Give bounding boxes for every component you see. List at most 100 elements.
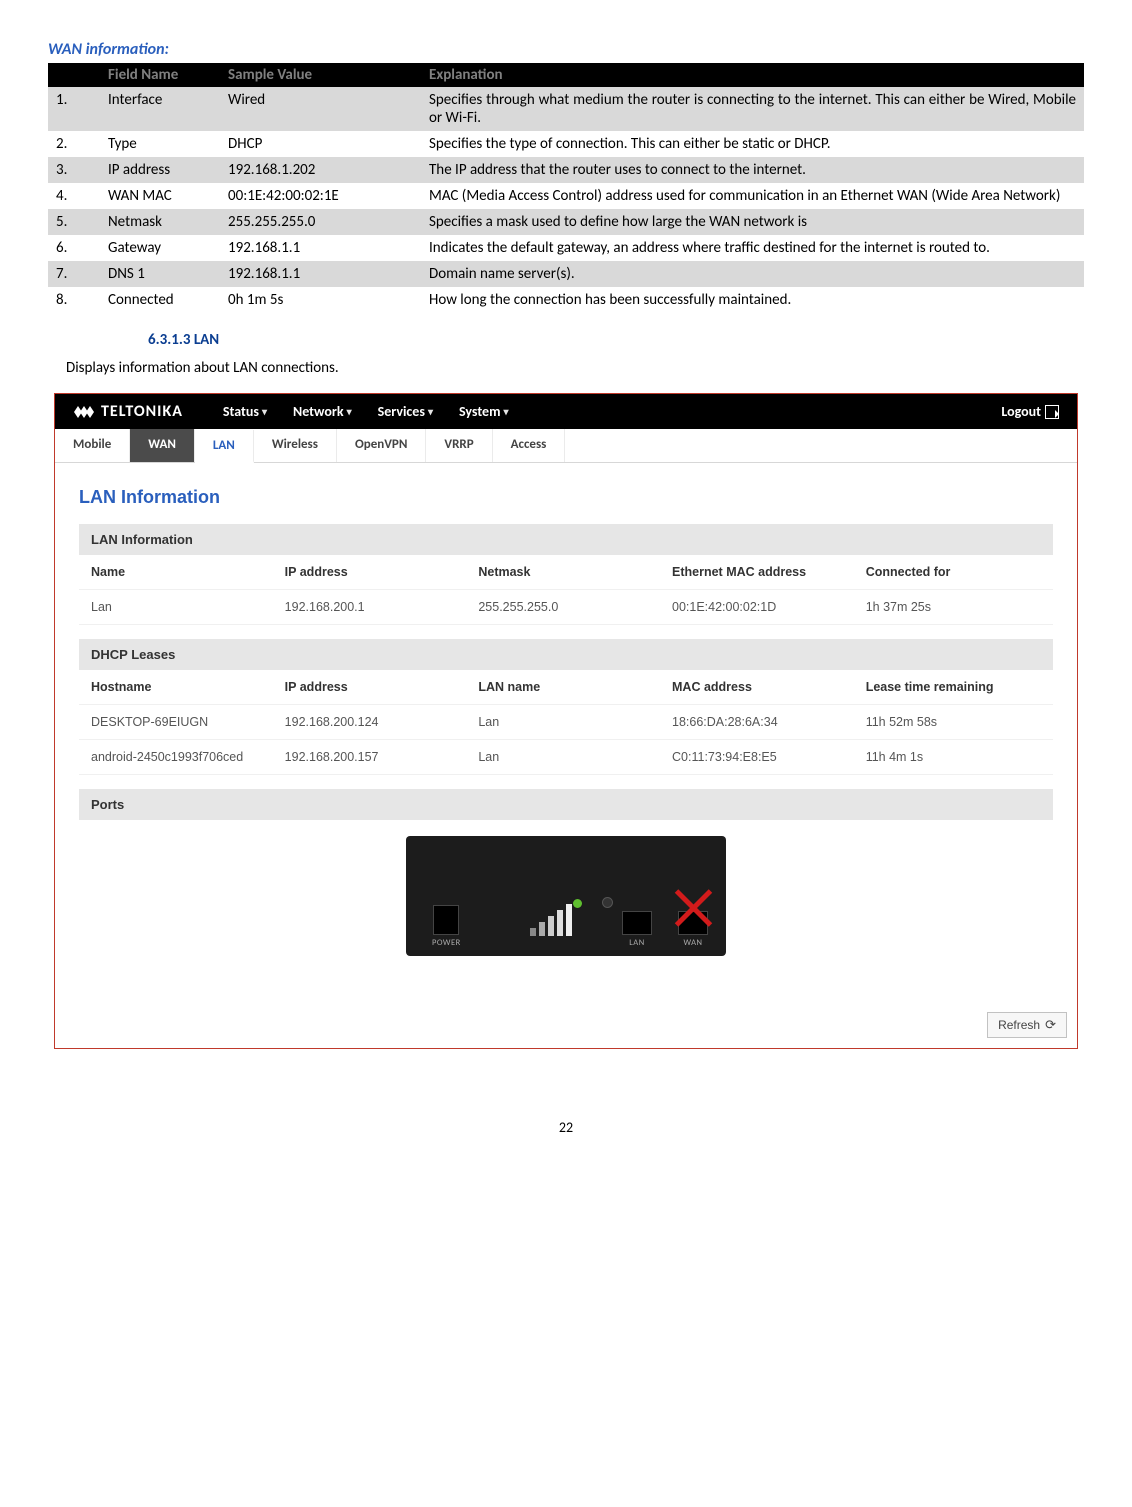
cell: 11h 4m 1s <box>866 750 1041 764</box>
cell-num: 3. <box>48 157 100 183</box>
tab-mobile[interactable]: Mobile <box>55 429 130 462</box>
col-ip: IP address <box>285 565 479 579</box>
table-row: 2. Type DHCP Specifies the type of conne… <box>48 131 1084 157</box>
tab-access[interactable]: Access <box>493 429 566 462</box>
nav-status[interactable]: Status▾ <box>223 403 267 420</box>
table-row: 7. DNS 1 192.168.1.1 Domain name server(… <box>48 261 1084 287</box>
cell-expl: Specifies a mask used to define how larg… <box>421 209 1084 235</box>
tab-openvpn[interactable]: OpenVPN <box>337 429 426 462</box>
logout-link[interactable]: Logout <box>1001 403 1059 420</box>
dhcp-row: DESKTOP-69EIUGN 192.168.200.124 Lan 18:6… <box>79 705 1053 740</box>
router-ui-screenshot: TELTONIKA Status▾ Network▾ Services▾ Sys… <box>54 393 1078 1049</box>
nav-group: Status▾ Network▾ Services▾ System▾ <box>223 403 1001 420</box>
wan-port-label: WAN <box>683 938 702 948</box>
cell: 00:1E:42:00:02:1D <box>672 600 866 614</box>
nav-network[interactable]: Network▾ <box>293 403 352 420</box>
chevron-down-icon: ▾ <box>262 405 267 418</box>
teltonika-logo-icon <box>73 404 95 420</box>
table-row: 6. Gateway 192.168.1.1 Indicates the def… <box>48 235 1084 261</box>
router-device-graphic: POWER LAN WAN <box>406 836 726 956</box>
signal-strength-icon <box>530 894 572 936</box>
power-port-icon <box>433 905 459 935</box>
cell-expl: Domain name server(s). <box>421 261 1084 287</box>
refresh-button[interactable]: Refresh ⟳ <box>987 1012 1067 1038</box>
cell-sample: 0h 1m 5s <box>220 287 421 313</box>
cell: 192.168.200.124 <box>285 715 479 729</box>
logout-label: Logout <box>1001 403 1041 420</box>
cell-field: Connected <box>100 287 220 313</box>
cell: DESKTOP-69EIUGN <box>91 715 285 729</box>
cell: Lan <box>478 750 672 764</box>
status-led-off <box>602 897 613 908</box>
cell: Lan <box>91 600 285 614</box>
content-area: LAN Information LAN Information Name IP … <box>55 463 1077 1006</box>
col-name: Name <box>91 565 285 579</box>
wan-th-sample: Sample Value <box>220 63 421 87</box>
col-lanname: LAN name <box>478 680 672 694</box>
page-title: LAN Information <box>79 487 1053 508</box>
nav-services[interactable]: Services▾ <box>378 403 433 420</box>
cell-field: Netmask <box>100 209 220 235</box>
refresh-label: Refresh <box>998 1018 1040 1032</box>
tab-wireless[interactable]: Wireless <box>254 429 337 462</box>
power-port-block: POWER <box>432 905 461 948</box>
cell-sample: 255.255.255.0 <box>220 209 421 235</box>
top-navbar: TELTONIKA Status▾ Network▾ Services▾ Sys… <box>55 394 1077 429</box>
cell: 1h 37m 25s <box>866 600 1041 614</box>
cell-field: IP address <box>100 157 220 183</box>
lan-info-section-header: LAN Information <box>79 524 1053 555</box>
wan-info-table: Field Name Sample Value Explanation 1. I… <box>48 63 1084 313</box>
dhcp-row: android-2450c1993f706ced 192.168.200.157… <box>79 740 1053 775</box>
dhcp-section-header: DHCP Leases <box>79 639 1053 670</box>
wan-th-blank <box>48 63 100 87</box>
cell-num: 7. <box>48 261 100 287</box>
tabs-row: Mobile WAN LAN Wireless OpenVPN VRRP Acc… <box>55 429 1077 463</box>
col-lease: Lease time remaining <box>866 680 1041 694</box>
col-hostname: Hostname <box>91 680 285 694</box>
table-row: 8. Connected 0h 1m 5s How long the conne… <box>48 287 1084 313</box>
cell-sample: 192.168.1.1 <box>220 235 421 261</box>
cell: 18:66:DA:28:6A:34 <box>672 715 866 729</box>
cell-expl: Indicates the default gateway, an addres… <box>421 235 1084 261</box>
table-row: 3. IP address 192.168.1.202 The IP addre… <box>48 157 1084 183</box>
lan-port-block: LAN <box>622 911 652 948</box>
cell-expl: Specifies through what medium the router… <box>421 87 1084 131</box>
wan-info-title: WAN information: <box>48 40 1084 59</box>
lan-info-row: Lan 192.168.200.1 255.255.255.0 00:1E:42… <box>79 590 1053 625</box>
table-row: 5. Netmask 255.255.255.0 Specifies a mas… <box>48 209 1084 235</box>
col-netmask: Netmask <box>478 565 672 579</box>
cell-expl: Specifies the type of connection. This c… <box>421 131 1084 157</box>
cell-sample: 192.168.1.202 <box>220 157 421 183</box>
table-row: 4. WAN MAC 00:1E:42:00:02:1E MAC (Media … <box>48 183 1084 209</box>
cell: android-2450c1993f706ced <box>91 750 285 764</box>
cell-field: Gateway <box>100 235 220 261</box>
power-label: POWER <box>432 938 461 948</box>
tab-vrrp[interactable]: VRRP <box>426 429 492 462</box>
cell-num: 8. <box>48 287 100 313</box>
cell: 11h 52m 58s <box>866 715 1041 729</box>
col-mac: MAC address <box>672 680 866 694</box>
table-row: 1. Interface Wired Specifies through wha… <box>48 87 1084 131</box>
cell-field: DNS 1 <box>100 261 220 287</box>
lan-body-text: Displays information about LAN connectio… <box>66 359 1084 377</box>
ports-diagram: POWER LAN WAN <box>79 820 1053 986</box>
cell-num: 5. <box>48 209 100 235</box>
wan-port-block: WAN <box>678 911 708 948</box>
cell-sample: DHCP <box>220 131 421 157</box>
col-mac: Ethernet MAC address <box>672 565 866 579</box>
bottom-bar: Refresh ⟳ <box>55 1006 1077 1048</box>
cell-expl: MAC (Media Access Control) address used … <box>421 183 1084 209</box>
wan-port-icon <box>678 911 708 935</box>
cell-num: 4. <box>48 183 100 209</box>
cell-num: 6. <box>48 235 100 261</box>
nav-system[interactable]: System▾ <box>459 403 509 420</box>
cell-num: 2. <box>48 131 100 157</box>
logo-block[interactable]: TELTONIKA <box>73 402 183 421</box>
col-ip: IP address <box>285 680 479 694</box>
cell: Lan <box>478 715 672 729</box>
tab-lan[interactable]: LAN <box>195 430 254 463</box>
tab-wan[interactable]: WAN <box>130 429 195 462</box>
cell-field: Type <box>100 131 220 157</box>
dhcp-column-headers: Hostname IP address LAN name MAC address… <box>79 670 1053 705</box>
cell-field: Interface <box>100 87 220 131</box>
